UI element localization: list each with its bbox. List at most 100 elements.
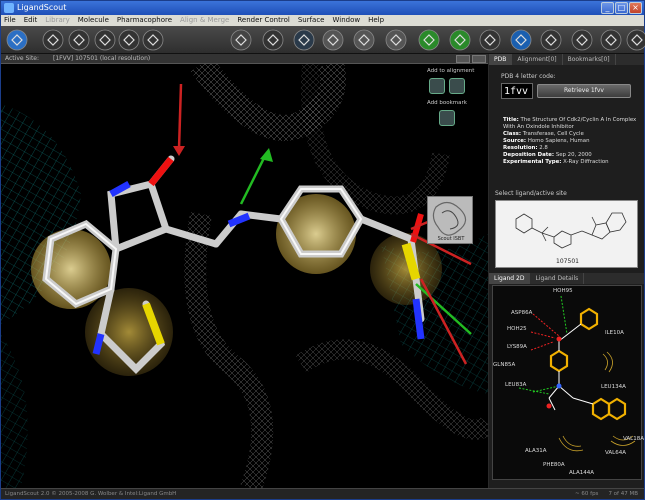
atom-green-icon[interactable] xyxy=(418,29,440,51)
export-icon[interactable] xyxy=(626,29,645,51)
active-site-value: [1FVV] 107501 (local resolution) xyxy=(53,55,151,62)
info-row: Deposition Date: Sep 20, 2000 xyxy=(503,152,643,159)
residue-label: LEU134A xyxy=(601,384,626,390)
viewport-pin-button[interactable] xyxy=(456,55,470,63)
floating-tool-panel: Add to alignment Add bookmark Scout ISBT xyxy=(425,66,485,258)
tab-ligand-details[interactable]: Ligand Details xyxy=(530,273,585,284)
add-bookmark-label: Add bookmark xyxy=(427,100,467,106)
protein-thumbnail[interactable]: Scout ISBT xyxy=(427,196,473,244)
frame-icon[interactable] xyxy=(600,29,622,51)
menu-file[interactable]: File xyxy=(4,15,16,26)
maximize-button[interactable]: □ xyxy=(615,2,628,14)
info-key: Resolution: xyxy=(503,145,538,151)
nitrogen-atom xyxy=(412,298,425,340)
info-key: Title: xyxy=(503,117,519,123)
menu-window[interactable]: Window xyxy=(332,15,360,26)
pdb-code-label: PDB 4 letter code: xyxy=(501,73,556,80)
toolbar xyxy=(1,26,645,54)
residue-label: LEU83A xyxy=(505,382,527,388)
residue-label: VAL18A xyxy=(623,436,644,442)
center-icon[interactable] xyxy=(293,29,315,51)
align-tool-icon[interactable] xyxy=(142,29,164,51)
menu-render-control[interactable]: Render Control xyxy=(237,15,289,26)
info-row: Resolution: 2.8 xyxy=(503,145,643,152)
tab-pdb[interactable]: PDB xyxy=(489,54,513,65)
ligand-site-label: Select ligand/active site xyxy=(495,190,567,197)
minimize-button[interactable]: _ xyxy=(601,2,614,14)
bond-tool-icon[interactable] xyxy=(68,29,90,51)
viewport-close-button[interactable] xyxy=(472,55,486,63)
add-alignment-alt-icon[interactable] xyxy=(449,78,465,94)
info-key: Experimental Type: xyxy=(503,159,562,165)
app-icon xyxy=(4,3,14,13)
residue-label: PHE80A xyxy=(543,462,565,468)
residue-label: ALA31A xyxy=(525,448,547,454)
tab-alignment-0-[interactable]: Alignment[0] xyxy=(512,54,563,65)
info-value: Sep 20, 2000 xyxy=(555,152,592,158)
ligand-tabs: Ligand 2D Ligand Details xyxy=(489,273,644,284)
residue-label: HOH95 xyxy=(553,288,573,294)
hydrogen-icon[interactable] xyxy=(262,29,284,51)
chain-tool-icon[interactable] xyxy=(94,29,116,51)
right-panel: PDB Alignment[0] Bookmarks[0] PDB 4 letter… xyxy=(489,54,644,488)
viewport-header: Active Site: [1FVV] 107501 (local resolu… xyxy=(1,54,488,64)
info-row: Source: Homo Sapiens, Human xyxy=(503,138,643,145)
tab-bookmarks-0-[interactable]: Bookmarks[0] xyxy=(563,54,616,65)
residue-label: VAL64A xyxy=(605,450,626,456)
info-key: Source: xyxy=(503,138,527,144)
tab-ligand-2d[interactable]: Ligand 2D xyxy=(489,273,531,284)
residue-label: ILE10A xyxy=(605,330,624,336)
ligand-site-selector[interactable]: 107501 xyxy=(495,200,638,268)
info-value: 2.8 xyxy=(539,145,548,151)
window-title: LigandScout xyxy=(17,3,67,12)
cancel-icon[interactable] xyxy=(230,29,252,51)
3d-viewport[interactable]: Active Site: [1FVV] 107501 (local resolu… xyxy=(1,54,488,488)
thumbnail-label: Scout ISBT xyxy=(437,236,465,242)
menu-help[interactable]: Help xyxy=(368,15,384,26)
status-text: LigandScout 2.0 © 2005-2008 G. Wolber & … xyxy=(5,491,177,497)
cycle-icon[interactable] xyxy=(353,29,375,51)
menu-pharmacophore[interactable]: Pharmacophore xyxy=(117,15,172,26)
rotate-icon[interactable] xyxy=(322,29,344,51)
feature-star-icon[interactable] xyxy=(449,29,471,51)
menu-library[interactable]: Library xyxy=(45,15,69,26)
menu-align-merge[interactable]: Align & Merge xyxy=(180,15,229,26)
info-row: Class: Transferase, Cell Cycle xyxy=(503,131,643,138)
info-key: Class: xyxy=(503,131,522,137)
status-bar: LigandScout 2.0 © 2005-2008 G. Wolber & … xyxy=(1,488,644,499)
app-window: LigandScout _ □ × File Edit Library Molecul… xyxy=(0,0,645,500)
pdb-code-input[interactable]: 1fvv xyxy=(501,83,533,99)
residue-label: ASP86A xyxy=(511,310,533,316)
molecule-tool-icon[interactable] xyxy=(42,29,64,51)
info-value: X-Ray Diffraction xyxy=(563,159,609,165)
pdb-info: Title: The Structure Of Cdk2/Cyclin A In… xyxy=(503,117,643,166)
add-bookmark-icon[interactable] xyxy=(439,110,455,126)
refresh-icon[interactable] xyxy=(385,29,407,51)
active-site-label: Active Site: xyxy=(5,55,40,62)
molecule-scene[interactable] xyxy=(1,64,488,488)
ligand-2d-diagram[interactable]: HOH95 ASP86A HOH25 LYS89A GLN85A LEU83A ILE10A… xyxy=(492,285,644,480)
hbond-view-icon[interactable] xyxy=(510,29,532,51)
memory-readout: 7 of 47 MB xyxy=(608,491,638,497)
info-row: Title: The Structure Of Cdk2/Cyclin A In… xyxy=(503,117,643,131)
menu-surface[interactable]: Surface xyxy=(298,15,325,26)
fps-readout: ~ 60 fps xyxy=(575,491,599,497)
residue-label: ALA144A xyxy=(569,470,594,476)
pharmacophore-icon[interactable] xyxy=(571,29,593,51)
info-value: Transferase, Cell Cycle xyxy=(522,131,584,137)
add-alignment-icon[interactable] xyxy=(429,78,445,94)
info-value: The Structure Of Cdk2/Cyclin A In Comple… xyxy=(503,117,637,130)
title-bar: LigandScout _ □ × xyxy=(1,1,644,15)
ligand-site-id: 107501 xyxy=(556,258,579,265)
residue-label: LYS89A xyxy=(507,344,527,350)
menu-edit[interactable]: Edit xyxy=(24,15,38,26)
retrieve-button[interactable]: Retrieve 1fvv xyxy=(537,84,631,98)
molecule-view-icon[interactable] xyxy=(540,29,562,51)
undo-icon[interactable] xyxy=(6,29,28,51)
info-key: Deposition Date: xyxy=(503,152,555,158)
add-alignment-label: Add to alignment xyxy=(427,68,475,74)
network-tool-icon[interactable] xyxy=(118,29,140,51)
menu-molecule[interactable]: Molecule xyxy=(78,15,109,26)
network-blue-icon[interactable] xyxy=(479,29,501,51)
close-button[interactable]: × xyxy=(629,2,642,14)
